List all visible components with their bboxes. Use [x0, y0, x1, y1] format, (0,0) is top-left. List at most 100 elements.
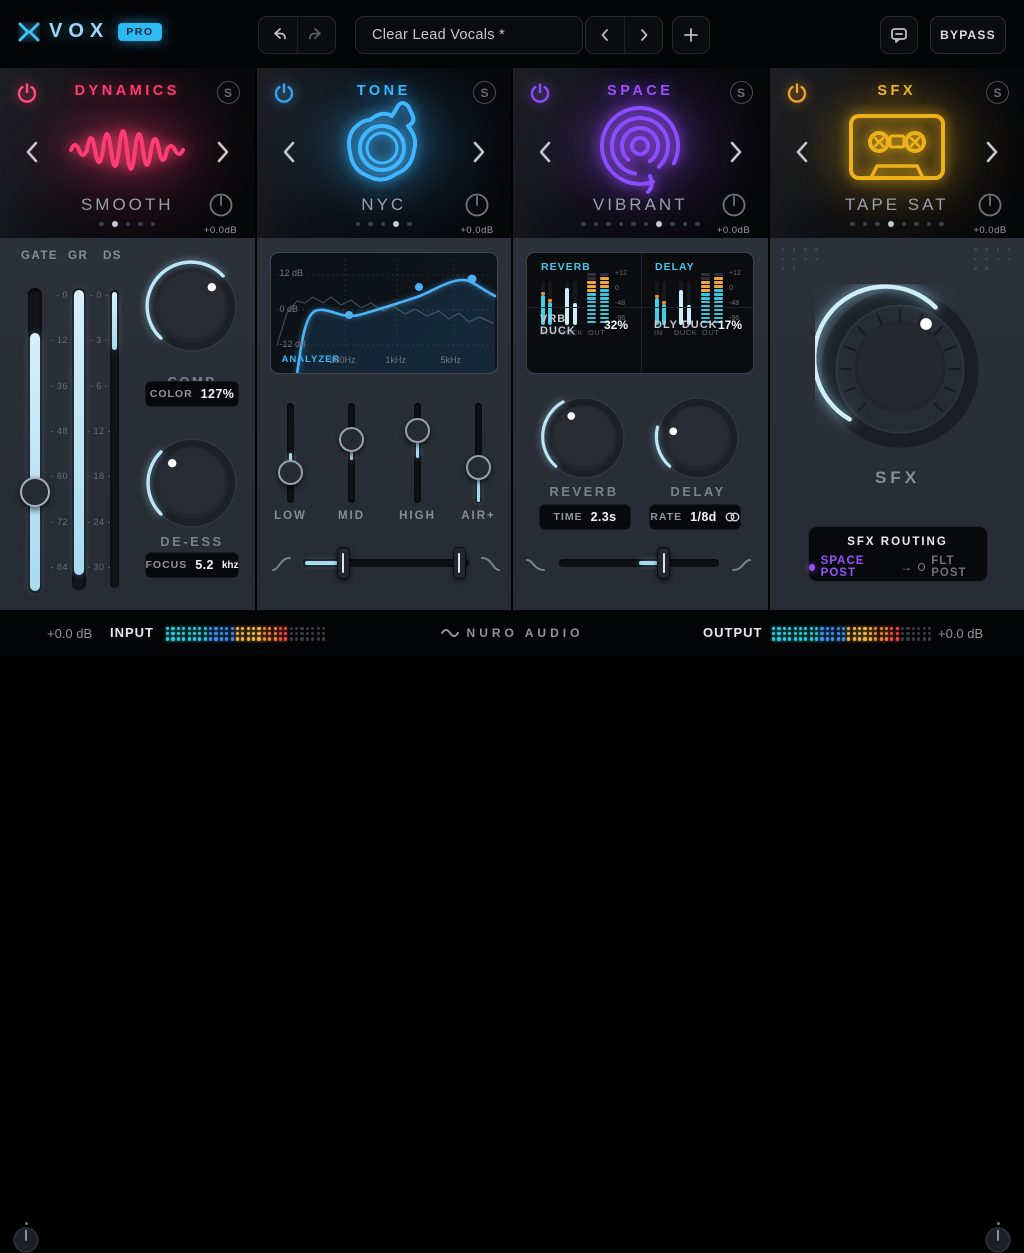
output-level-meter	[772, 627, 931, 641]
highpass-icon	[271, 555, 293, 573]
low-slider-handle[interactable]	[278, 460, 303, 485]
modules-grid: DYNAMICS S SMOOTH +0.0dB GATE	[0, 68, 1024, 610]
brand-name: NURO AUDIO	[467, 626, 584, 640]
tone-solo-button[interactable]: S	[473, 81, 496, 104]
high-slider-handle[interactable]	[405, 418, 430, 443]
sfx-next-preset-button[interactable]	[982, 140, 1002, 164]
plugin-window: VOX PRO Clear Lead Vocals *	[0, 0, 1024, 655]
sfx-body: SFX SFX ROUTING SPACE POST → FLT POST	[770, 238, 1024, 610]
air-label: AIR+	[449, 510, 509, 522]
preset-name-field[interactable]: Clear Lead Vocals *	[355, 16, 583, 54]
redo-button[interactable]	[297, 17, 335, 53]
eq-freq-label-5k: 5kHz	[441, 355, 462, 365]
preset-nav-group	[585, 16, 663, 54]
reverb-label: REVERB	[534, 484, 634, 499]
eq-db-label-m12: -12 dB	[280, 339, 307, 349]
deess-knob[interactable]	[137, 428, 247, 538]
duck-slider-track[interactable]	[559, 559, 719, 567]
module-dynamics: DYNAMICS S SMOOTH +0.0dB GATE	[0, 68, 255, 610]
comment-icon	[889, 25, 909, 45]
dly-duck-field[interactable]: DLY DUCK 17%	[641, 307, 754, 341]
tone-prev-preset-button[interactable]	[279, 140, 299, 164]
focus-field-value: 5.2	[195, 558, 214, 572]
space-next-preset-button[interactable]	[726, 140, 746, 164]
dynamics-solo-button[interactable]: S	[217, 81, 240, 104]
time-field[interactable]: TIME 2.3s	[539, 504, 631, 530]
sfx-gain-knob[interactable]: +0.0dB	[968, 192, 1012, 236]
stereo-icon	[725, 512, 740, 522]
air-slider-handle[interactable]	[466, 455, 491, 480]
reverb-knob[interactable]	[534, 388, 634, 488]
output-label: OUTPUT	[703, 625, 762, 640]
chevron-left-icon	[597, 27, 613, 43]
vrb-duck-field[interactable]: VRB DUCK 32%	[527, 307, 641, 341]
routing-arrow: →	[900, 560, 912, 574]
sfx-routing-box[interactable]: SFX ROUTING SPACE POST → FLT POST	[808, 526, 988, 582]
sfx-prev-preset-button[interactable]	[792, 140, 812, 164]
cassette-icon	[837, 108, 957, 192]
lowpass-icon	[479, 555, 501, 573]
tone-header: TONE S NYC +0.0dB	[257, 68, 512, 238]
mini-knob-icon	[208, 192, 234, 218]
eq-db-label-12: 12 dB	[280, 268, 304, 278]
plus-icon	[682, 26, 700, 44]
gr-scale: - 0 -- 3 -- 6 -- 12 -- 18 -- 24 -- 30 -	[86, 290, 112, 572]
preset-prev-button[interactable]	[586, 17, 624, 53]
rate-field[interactable]: RATE 1/8d	[649, 504, 741, 530]
filter-range-track[interactable]	[303, 559, 469, 567]
highpass-handle[interactable]	[337, 547, 350, 579]
comp-knob[interactable]	[137, 252, 247, 362]
sfx-knob[interactable]	[815, 284, 985, 454]
tone-gain-knob[interactable]: +0.0dB	[455, 192, 499, 236]
eq-display[interactable]: 12 dB 0 dB -12 dB ANALYZER 180Hz 1kHz 5k…	[270, 252, 498, 374]
undo-button[interactable]	[259, 17, 297, 53]
app-logo: VOX PRO	[18, 20, 162, 43]
dynamics-gain-value: +0.0dB	[199, 225, 243, 236]
undo-redo-group	[258, 16, 336, 54]
module-space: SPACE S VIBRANT	[513, 68, 768, 610]
space-prev-preset-button[interactable]	[535, 140, 555, 164]
mid-slider-handle[interactable]	[339, 427, 364, 452]
feedback-button[interactable]	[880, 16, 918, 54]
input-gain-knob[interactable]	[13, 1227, 39, 1253]
dynamics-header: DYNAMICS S SMOOTH +0.0dB	[0, 68, 255, 238]
delay-knob[interactable]	[648, 388, 748, 488]
tone-next-preset-button[interactable]	[469, 140, 489, 164]
space-gain-knob[interactable]: +0.0dB	[712, 192, 756, 236]
preset-name: Clear Lead Vocals *	[372, 27, 505, 43]
space-solo-button[interactable]: S	[730, 81, 753, 104]
routing-inactive-circle	[918, 563, 925, 571]
focus-field[interactable]: FOCUS 5.2 khz	[145, 552, 239, 578]
footer-bar: +0.0 dB INPUT NURO AUDIO OUTPUT +0.0 dB	[0, 610, 1024, 655]
add-preset-button[interactable]	[672, 16, 710, 54]
bypass-button[interactable]: BYPASS	[930, 16, 1006, 54]
space-header: SPACE S VIBRANT	[513, 68, 768, 238]
ds-label: DS	[103, 250, 122, 262]
mini-knob-icon	[464, 192, 490, 218]
reverb-meter-title: REVERB	[541, 261, 591, 273]
routing-to[interactable]: FLT POST	[931, 555, 986, 579]
gr-label: GR	[68, 250, 88, 262]
sfx-routing-title: SFX ROUTING	[809, 536, 987, 548]
sfx-header: SFX S TAPE SAT	[770, 68, 1024, 238]
output-gain-value[interactable]: +0.0 dB	[938, 626, 983, 641]
lowpass-handle[interactable]	[453, 547, 466, 579]
dynamics-gain-knob[interactable]: +0.0dB	[199, 192, 243, 236]
sfx-knob-label: SFX	[838, 468, 958, 488]
duck-slider-handle[interactable]	[657, 547, 670, 579]
preset-next-button[interactable]	[624, 17, 662, 53]
color-field[interactable]: COLOR 127%	[145, 381, 239, 407]
sfx-solo-button[interactable]: S	[986, 81, 1009, 104]
tone-body: 12 dB 0 dB -12 dB ANALYZER 180Hz 1kHz 5k…	[257, 238, 512, 610]
output-gain-knob[interactable]	[985, 1227, 1011, 1253]
texture-dots-left	[782, 248, 820, 270]
dynamics-next-preset-button[interactable]	[213, 140, 233, 164]
dynamics-prev-preset-button[interactable]	[22, 140, 42, 164]
gear-icon	[332, 98, 436, 202]
eq-db-label-0: 0 dB	[280, 304, 299, 314]
duck-up-icon	[731, 556, 753, 574]
color-field-label: COLOR	[150, 388, 193, 400]
pro-badge: PRO	[118, 23, 161, 41]
routing-from[interactable]: SPACE POST	[821, 555, 894, 579]
eq-freq-label-1k: 1kHz	[386, 355, 407, 365]
